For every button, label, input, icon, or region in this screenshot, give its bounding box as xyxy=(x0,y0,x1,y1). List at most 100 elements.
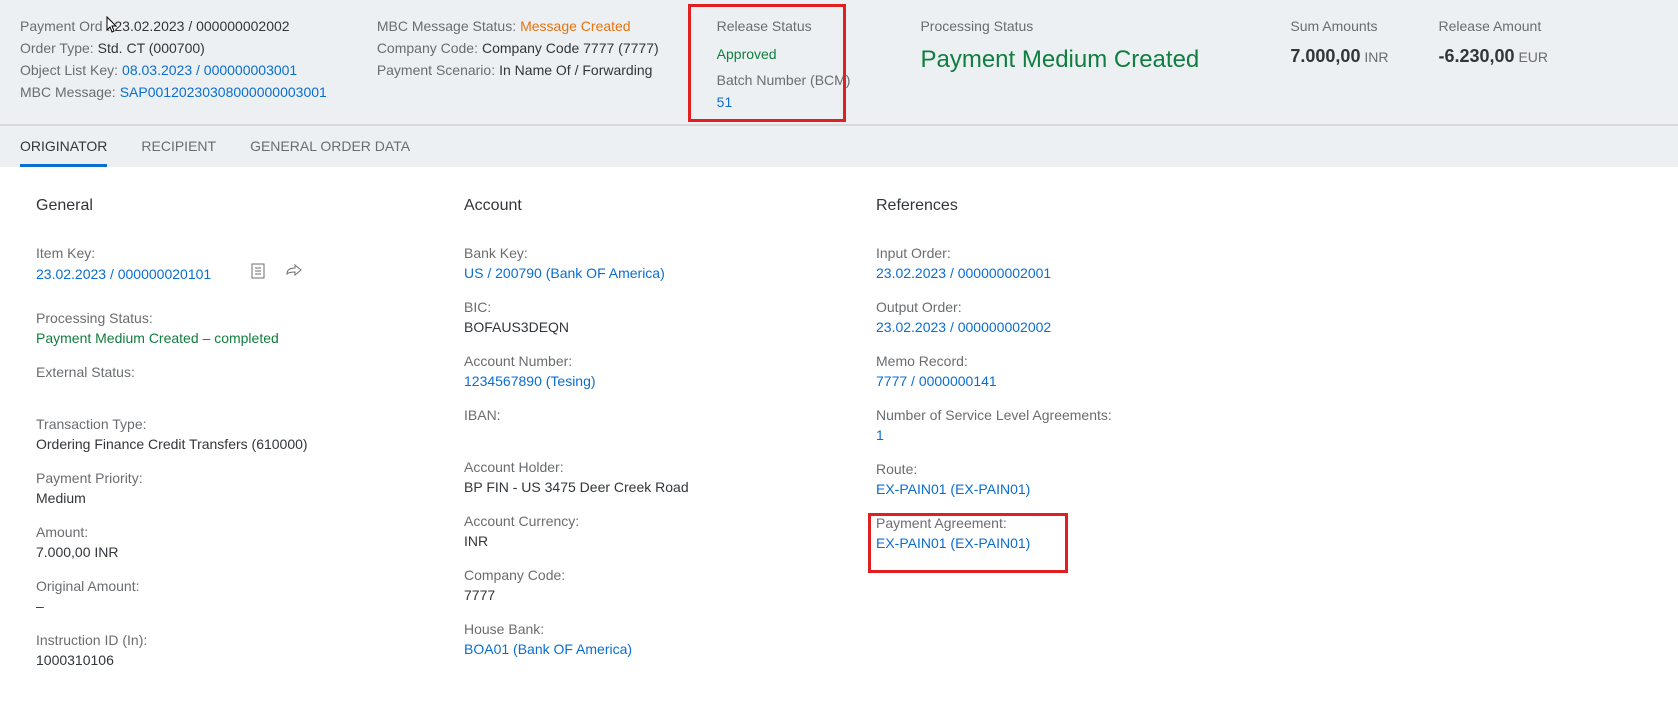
mbc-message-label: MBC Message: xyxy=(20,84,116,100)
processing-status-label: Processing Status xyxy=(920,18,1199,34)
processing-status-value: Payment Medium Created xyxy=(920,46,1199,74)
field-memo-record: Memo Record: 7777 / 0000000141 xyxy=(876,353,1296,389)
gen-processing-status-label: Processing Status: xyxy=(36,310,464,326)
payment-order-value: 23.02.2023 / 000000002002 xyxy=(114,18,289,34)
payment-scenario-value: In Name Of / Forwarding xyxy=(499,62,652,78)
sum-amounts-currency: INR xyxy=(1364,49,1388,65)
amount-label: Amount: xyxy=(36,524,464,540)
payment-order-sep: : xyxy=(106,18,110,34)
output-order-link[interactable]: 23.02.2023 / 000000002002 xyxy=(876,319,1296,335)
batch-number-label: Batch Number (BCM) xyxy=(717,72,851,88)
field-account-company-code: Company Code: 7777 xyxy=(464,567,876,603)
sla-label: Number of Service Level Agreements: xyxy=(876,407,1296,423)
mbc-message-link[interactable]: SAP00120230308000000003001 xyxy=(120,84,327,100)
release-amount-label: Release Amount xyxy=(1438,18,1548,34)
company-code-value: Company Code 7777 (7777) xyxy=(482,40,659,56)
house-bank-link[interactable]: BOA01 (Bank OF America) xyxy=(464,641,876,657)
amount-value: 7.000,00 INR xyxy=(36,544,464,560)
sum-amounts-label: Sum Amounts xyxy=(1290,18,1388,34)
output-order-label: Output Order: xyxy=(876,299,1296,315)
tab-general-order-data[interactable]: GENERAL ORDER DATA xyxy=(250,126,410,167)
field-bank-key: Bank Key: US / 200790 (Bank OF America) xyxy=(464,245,876,281)
payment-order-row: Payment Ord : 23.02.2023 / 000000002002 xyxy=(20,18,327,34)
header-col-release: Release Status Approved Batch Number (BC… xyxy=(709,18,851,110)
field-payment-priority: Payment Priority: Medium xyxy=(36,470,464,506)
account-holder-value: BP FIN - US 3475 Deer Creek Road xyxy=(464,479,876,495)
release-status-label: Release Status xyxy=(717,18,851,34)
tab-recipient[interactable]: RECIPIENT xyxy=(141,126,216,167)
field-output-order: Output Order: 23.02.2023 / 000000002002 xyxy=(876,299,1296,335)
field-instruction-id: Instruction ID (In): 1000310106 xyxy=(36,632,464,668)
batch-number-link[interactable]: 51 xyxy=(717,94,851,110)
document-icon[interactable] xyxy=(251,263,265,282)
account-holder-label: Account Holder: xyxy=(464,459,876,475)
forward-icon[interactable] xyxy=(285,263,303,282)
header-col-processing: Processing Status Payment Medium Created xyxy=(920,18,1199,110)
sla-link[interactable]: 1 xyxy=(876,427,1296,443)
header-col-sum: Sum Amounts 7.000,00 INR xyxy=(1290,18,1388,110)
account-number-link[interactable]: 1234567890 (Tesing) xyxy=(464,373,876,389)
release-amount-currency: EUR xyxy=(1518,49,1548,65)
references-title: References xyxy=(876,197,1296,215)
payment-agreement-link[interactable]: EX-PAIN01 (EX-PAIN01) xyxy=(876,535,1296,551)
field-payment-agreement: Payment Agreement: EX-PAIN01 (EX-PAIN01) xyxy=(876,515,1296,551)
company-code-label: Company Code: xyxy=(377,40,478,56)
bank-key-label: Bank Key: xyxy=(464,245,876,261)
content-panel: General Item Key: 23.02.2023 / 000000020… xyxy=(0,167,1678,716)
section-general: General Item Key: 23.02.2023 / 000000020… xyxy=(36,197,464,686)
mbc-status-row: MBC Message Status: Message Created xyxy=(377,18,659,34)
route-label: Route: xyxy=(876,461,1296,477)
input-order-link[interactable]: 23.02.2023 / 000000002001 xyxy=(876,265,1296,281)
field-original-amount: Original Amount: – xyxy=(36,578,464,614)
bic-label: BIC: xyxy=(464,299,876,315)
field-route: Route: EX-PAIN01 (EX-PAIN01) xyxy=(876,461,1296,497)
order-type-label: Order Type: xyxy=(20,40,94,56)
header-col-identifiers: Payment Ord : 23.02.2023 / 000000002002 … xyxy=(20,18,327,110)
payment-priority-value: Medium xyxy=(36,490,464,506)
account-currency-label: Account Currency: xyxy=(464,513,876,529)
order-type-value: Std. CT (000700) xyxy=(98,40,205,56)
field-sla: Number of Service Level Agreements: 1 xyxy=(876,407,1296,443)
release-status-value: Approved xyxy=(717,46,851,62)
route-link[interactable]: EX-PAIN01 (EX-PAIN01) xyxy=(876,481,1296,497)
release-amount-value: -6.230,00 xyxy=(1438,46,1514,66)
header-col-mbc: MBC Message Status: Message Created Comp… xyxy=(377,18,659,110)
mbc-message-row: MBC Message: SAP00120230308000000003001 xyxy=(20,84,327,100)
payment-agreement-label: Payment Agreement: xyxy=(876,515,1296,531)
section-references: References Input Order: 23.02.2023 / 000… xyxy=(876,197,1296,686)
house-bank-label: House Bank: xyxy=(464,621,876,637)
section-account: Account Bank Key: US / 200790 (Bank OF A… xyxy=(464,197,876,686)
sum-amounts-value: 7.000,00 xyxy=(1290,46,1360,66)
bank-key-link[interactable]: US / 200790 (Bank OF America) xyxy=(464,265,876,281)
payment-priority-label: Payment Priority: xyxy=(36,470,464,486)
field-transaction-type: Transaction Type: Ordering Finance Credi… xyxy=(36,416,464,452)
header-col-release-amount: Release Amount -6.230,00 EUR xyxy=(1438,18,1548,110)
transaction-type-label: Transaction Type: xyxy=(36,416,464,432)
field-bic: BIC: BOFAUS3DEQN xyxy=(464,299,876,335)
object-list-key-row: Object List Key: 08.03.2023 / 0000000030… xyxy=(20,62,327,78)
mbc-status-label: MBC Message Status: xyxy=(377,18,516,34)
general-title: General xyxy=(36,197,464,215)
field-external-status: External Status: xyxy=(36,364,464,380)
tab-bar: ORIGINATOR RECIPIENT GENERAL ORDER DATA xyxy=(0,125,1678,167)
field-account-currency: Account Currency: INR xyxy=(464,513,876,549)
item-key-link[interactable]: 23.02.2023 / 000000020101 xyxy=(36,266,211,282)
object-list-key-label: Object List Key: xyxy=(20,62,118,78)
account-company-code-value: 7777 xyxy=(464,587,876,603)
original-amount-label: Original Amount: xyxy=(36,578,464,594)
account-number-label: Account Number: xyxy=(464,353,876,369)
instruction-id-value: 1000310106 xyxy=(36,652,464,668)
item-key-label: Item Key: xyxy=(36,245,464,261)
order-type-row: Order Type: Std. CT (000700) xyxy=(20,40,327,56)
header-panel: Payment Ord : 23.02.2023 / 000000002002 … xyxy=(0,0,1678,125)
field-house-bank: House Bank: BOA01 (Bank OF America) xyxy=(464,621,876,657)
tab-originator[interactable]: ORIGINATOR xyxy=(20,126,107,167)
external-status-label: External Status: xyxy=(36,364,464,380)
memo-record-link[interactable]: 7777 / 0000000141 xyxy=(876,373,1296,389)
account-company-code-label: Company Code: xyxy=(464,567,876,583)
object-list-key-link[interactable]: 08.03.2023 / 000000003001 xyxy=(122,62,297,78)
original-amount-value: – xyxy=(36,598,464,614)
field-input-order: Input Order: 23.02.2023 / 000000002001 xyxy=(876,245,1296,281)
payment-order-label: Payment Ord xyxy=(20,18,102,34)
field-account-number: Account Number: 1234567890 (Tesing) xyxy=(464,353,876,389)
